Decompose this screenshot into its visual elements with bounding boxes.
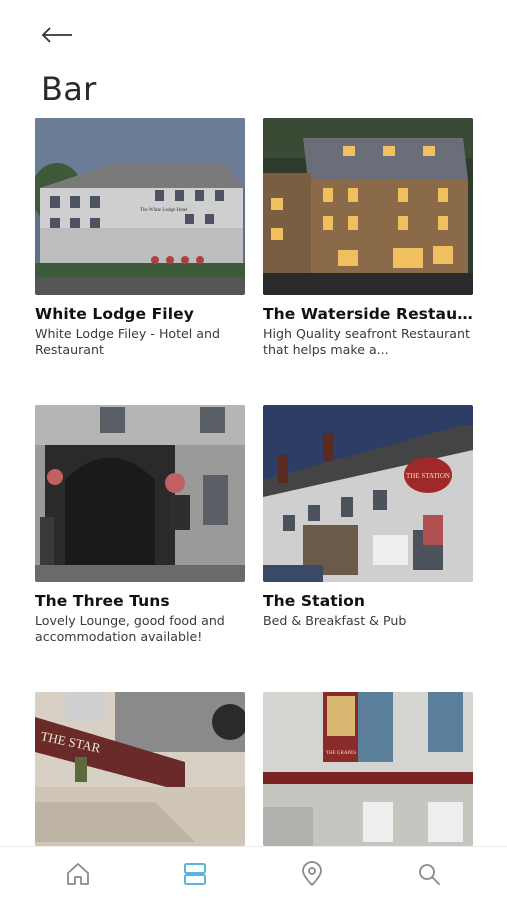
venue-title: White Lodge Filey <box>35 305 194 323</box>
venue-card[interactable]: The Three Tuns Lovely Lounge, good food … <box>35 405 245 645</box>
venue-description: Lovely Lounge, good food and accommodati… <box>35 613 225 644</box>
venue-card[interactable]: The White Lodge Hotel White Lodge Filey … <box>35 118 245 358</box>
grapes-sign: THE GRAPES <box>326 751 356 756</box>
tab-home[interactable] <box>48 849 108 899</box>
venue-title: The Waterside Restaur... <box>263 305 473 323</box>
venue-thumbnail: THE STATION <box>263 405 473 582</box>
search-icon <box>418 863 440 885</box>
venue-description: White Lodge Filey - Hotel and Restaurant <box>35 326 220 357</box>
home-icon <box>67 862 90 885</box>
arrow-left-icon <box>41 27 72 43</box>
back-button[interactable] <box>40 20 78 50</box>
venue-thumbnail <box>35 405 245 582</box>
bottom-tab-bar <box>0 846 507 900</box>
venue-card[interactable]: The Waterside Restaur... High Quality se… <box>263 118 473 358</box>
tab-list[interactable] <box>165 849 225 899</box>
list-icon <box>184 862 207 885</box>
station-sign: THE STATION <box>406 472 450 480</box>
venue-card[interactable]: THE STATION The Station Bed & Breakfast … <box>263 405 473 629</box>
venue-card[interactable]: THE GRAPES <box>263 692 473 846</box>
venue-thumbnail: THE GRAPES <box>263 692 473 846</box>
venue-description: High Quality seafront Restaurant that he… <box>263 326 470 357</box>
venue-title: The Three Tuns <box>35 592 170 610</box>
location-pin-icon <box>301 860 322 886</box>
page-title: Bar <box>41 70 97 108</box>
venue-description: Bed & Breakfast & Pub <box>263 613 407 628</box>
venue-card[interactable]: THE STAR <box>35 692 245 846</box>
venue-title: The Station <box>263 592 366 610</box>
venue-thumbnail: THE STAR <box>35 692 245 846</box>
venue-thumbnail <box>263 118 473 295</box>
tab-map[interactable] <box>282 849 342 899</box>
venue-thumbnail: The White Lodge Hotel <box>35 118 245 295</box>
tab-search[interactable] <box>399 849 459 899</box>
hotel-sign: The White Lodge Hotel <box>140 208 188 213</box>
